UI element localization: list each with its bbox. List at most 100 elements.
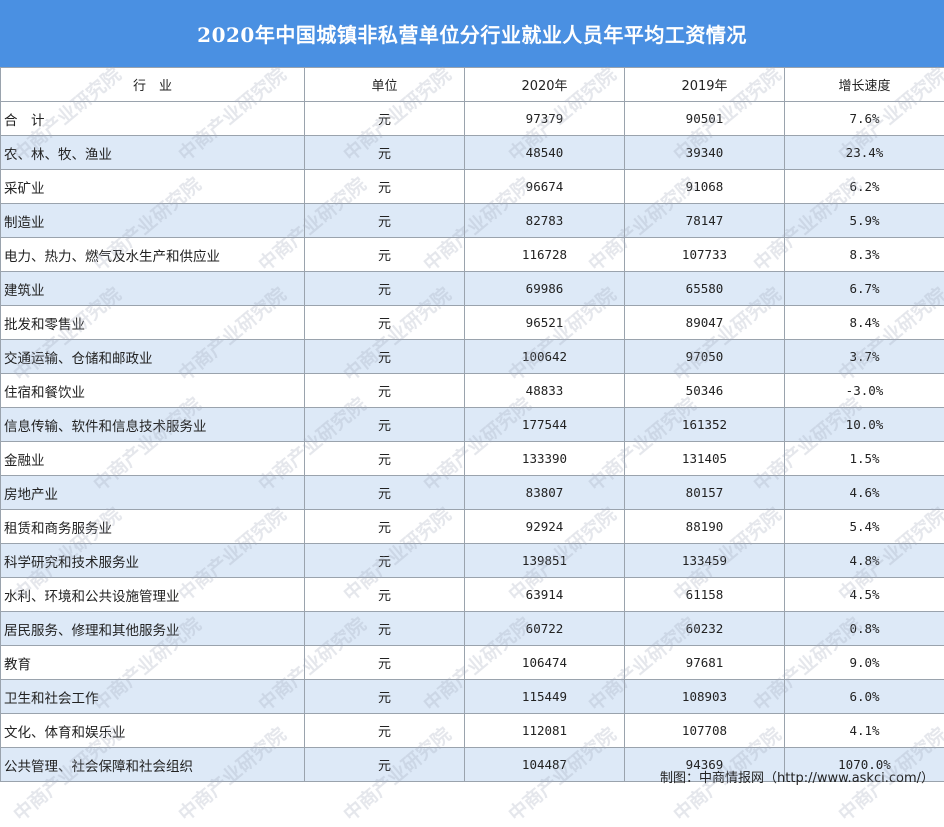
cell-2020: 96521 <box>465 306 625 340</box>
table-row: 科学研究和技术服务业元1398511334594.8% <box>1 544 944 578</box>
cell-2020: 48540 <box>465 136 625 170</box>
table-row: 采矿业元96674910686.2% <box>1 170 944 204</box>
cell-unit: 元 <box>305 238 465 272</box>
table-row: 文化、体育和娱乐业元1120811077084.1% <box>1 714 944 748</box>
cell-2020: 100642 <box>465 340 625 374</box>
cell-unit: 元 <box>305 170 465 204</box>
cell-2019: 89047 <box>625 306 785 340</box>
cell-2019: 91068 <box>625 170 785 204</box>
cell-2019: 107708 <box>625 714 785 748</box>
cell-growth: 5.9% <box>785 204 944 238</box>
cell-unit: 元 <box>305 442 465 476</box>
header-industry: 行 业 <box>1 68 305 102</box>
header-2019: 2019年 <box>625 68 785 102</box>
cell-industry: 电力、热力、燃气及水生产和供应业 <box>1 238 305 272</box>
source-footer: 制图：中商情报网（http://www.askci.com/） <box>660 767 934 786</box>
cell-industry: 住宿和餐饮业 <box>1 374 305 408</box>
cell-2020: 116728 <box>465 238 625 272</box>
cell-industry: 水利、环境和公共设施管理业 <box>1 578 305 612</box>
cell-growth: 6.2% <box>785 170 944 204</box>
table-row: 金融业元1333901314051.5% <box>1 442 944 476</box>
cell-2020: 112081 <box>465 714 625 748</box>
table-row: 交通运输、仓储和邮政业元100642970503.7% <box>1 340 944 374</box>
cell-2020: 92924 <box>465 510 625 544</box>
table-row: 房地产业元83807801574.6% <box>1 476 944 510</box>
cell-industry: 科学研究和技术服务业 <box>1 544 305 578</box>
cell-unit: 元 <box>305 476 465 510</box>
cell-unit: 元 <box>305 578 465 612</box>
table-row: 居民服务、修理和其他服务业元60722602320.8% <box>1 612 944 646</box>
cell-industry: 租赁和商务服务业 <box>1 510 305 544</box>
table-row: 电力、热力、燃气及水生产和供应业元1167281077338.3% <box>1 238 944 272</box>
cell-growth: 7.6% <box>785 102 944 136</box>
cell-unit: 元 <box>305 306 465 340</box>
cell-2019: 90501 <box>625 102 785 136</box>
header-unit: 单位 <box>305 68 465 102</box>
cell-industry: 采矿业 <box>1 170 305 204</box>
cell-unit: 元 <box>305 544 465 578</box>
cell-2019: 65580 <box>625 272 785 306</box>
cell-2019: 131405 <box>625 442 785 476</box>
cell-2019: 60232 <box>625 612 785 646</box>
cell-growth: 6.0% <box>785 680 944 714</box>
cell-2019: 107733 <box>625 238 785 272</box>
table-row: 住宿和餐饮业元4883350346-3.0% <box>1 374 944 408</box>
cell-growth: 5.4% <box>785 510 944 544</box>
cell-industry: 农、林、牧、渔业 <box>1 136 305 170</box>
table-row: 水利、环境和公共设施管理业元63914611584.5% <box>1 578 944 612</box>
cell-2019: 108903 <box>625 680 785 714</box>
cell-industry: 制造业 <box>1 204 305 238</box>
cell-industry: 合 计 <box>1 102 305 136</box>
cell-industry: 卫生和社会工作 <box>1 680 305 714</box>
cell-growth: 3.7% <box>785 340 944 374</box>
cell-2019: 50346 <box>625 374 785 408</box>
cell-2019: 80157 <box>625 476 785 510</box>
cell-unit: 元 <box>305 204 465 238</box>
cell-industry: 批发和零售业 <box>1 306 305 340</box>
cell-industry: 建筑业 <box>1 272 305 306</box>
cell-unit: 元 <box>305 340 465 374</box>
table-row: 信息传输、软件和信息技术服务业元17754416135210.0% <box>1 408 944 442</box>
cell-growth: 8.3% <box>785 238 944 272</box>
cell-unit: 元 <box>305 102 465 136</box>
cell-growth: 4.5% <box>785 578 944 612</box>
cell-2020: 104487 <box>465 748 625 782</box>
cell-growth: 4.8% <box>785 544 944 578</box>
cell-unit: 元 <box>305 646 465 680</box>
wage-table: 行 业 单位 2020年 2019年 增长速度 合 计元97379905017.… <box>0 67 944 782</box>
cell-growth: 1.5% <box>785 442 944 476</box>
cell-industry: 居民服务、修理和其他服务业 <box>1 612 305 646</box>
table-row: 制造业元82783781475.9% <box>1 204 944 238</box>
table-row: 租赁和商务服务业元92924881905.4% <box>1 510 944 544</box>
cell-2020: 83807 <box>465 476 625 510</box>
cell-growth: 4.1% <box>785 714 944 748</box>
table-row: 建筑业元69986655806.7% <box>1 272 944 306</box>
cell-unit: 元 <box>305 612 465 646</box>
cell-growth: 23.4% <box>785 136 944 170</box>
cell-growth: -3.0% <box>785 374 944 408</box>
cell-2019: 97050 <box>625 340 785 374</box>
cell-industry: 房地产业 <box>1 476 305 510</box>
cell-growth: 0.8% <box>785 612 944 646</box>
cell-2019: 78147 <box>625 204 785 238</box>
table-row: 农、林、牧、渔业元485403934023.4% <box>1 136 944 170</box>
cell-growth: 6.7% <box>785 272 944 306</box>
cell-2020: 60722 <box>465 612 625 646</box>
page-title: 2020年中国城镇非私营单位分行业就业人员年平均工资情况 <box>0 0 944 67</box>
cell-2020: 96674 <box>465 170 625 204</box>
cell-2020: 139851 <box>465 544 625 578</box>
cell-unit: 元 <box>305 714 465 748</box>
header-growth: 增长速度 <box>785 68 944 102</box>
table-row: 卫生和社会工作元1154491089036.0% <box>1 680 944 714</box>
cell-unit: 元 <box>305 510 465 544</box>
cell-growth: 4.6% <box>785 476 944 510</box>
cell-industry: 交通运输、仓储和邮政业 <box>1 340 305 374</box>
cell-2019: 61158 <box>625 578 785 612</box>
cell-industry: 金融业 <box>1 442 305 476</box>
cell-2020: 133390 <box>465 442 625 476</box>
cell-2019: 97681 <box>625 646 785 680</box>
cell-2020: 69986 <box>465 272 625 306</box>
cell-2020: 48833 <box>465 374 625 408</box>
header-2020: 2020年 <box>465 68 625 102</box>
cell-unit: 元 <box>305 680 465 714</box>
